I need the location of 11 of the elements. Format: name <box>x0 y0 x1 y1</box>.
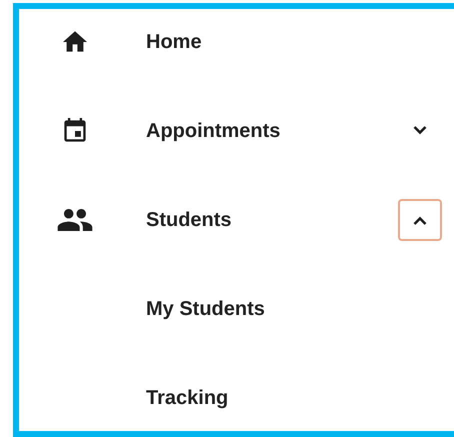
expand-toggle[interactable] <box>398 199 442 241</box>
chevron-up-icon <box>413 216 427 224</box>
nav-subitem[interactable]: Tracking <box>146 383 228 414</box>
calendar-icon <box>64 118 86 144</box>
nav-item[interactable]: Students <box>146 205 232 235</box>
home-icon <box>63 30 87 53</box>
chevron-down-icon <box>413 126 427 136</box>
people-icon <box>57 209 93 231</box>
nav-subitem[interactable]: My Students <box>146 294 265 324</box>
nav-item[interactable]: Appointments <box>146 116 280 146</box>
nav-item[interactable]: Home <box>146 26 202 57</box>
